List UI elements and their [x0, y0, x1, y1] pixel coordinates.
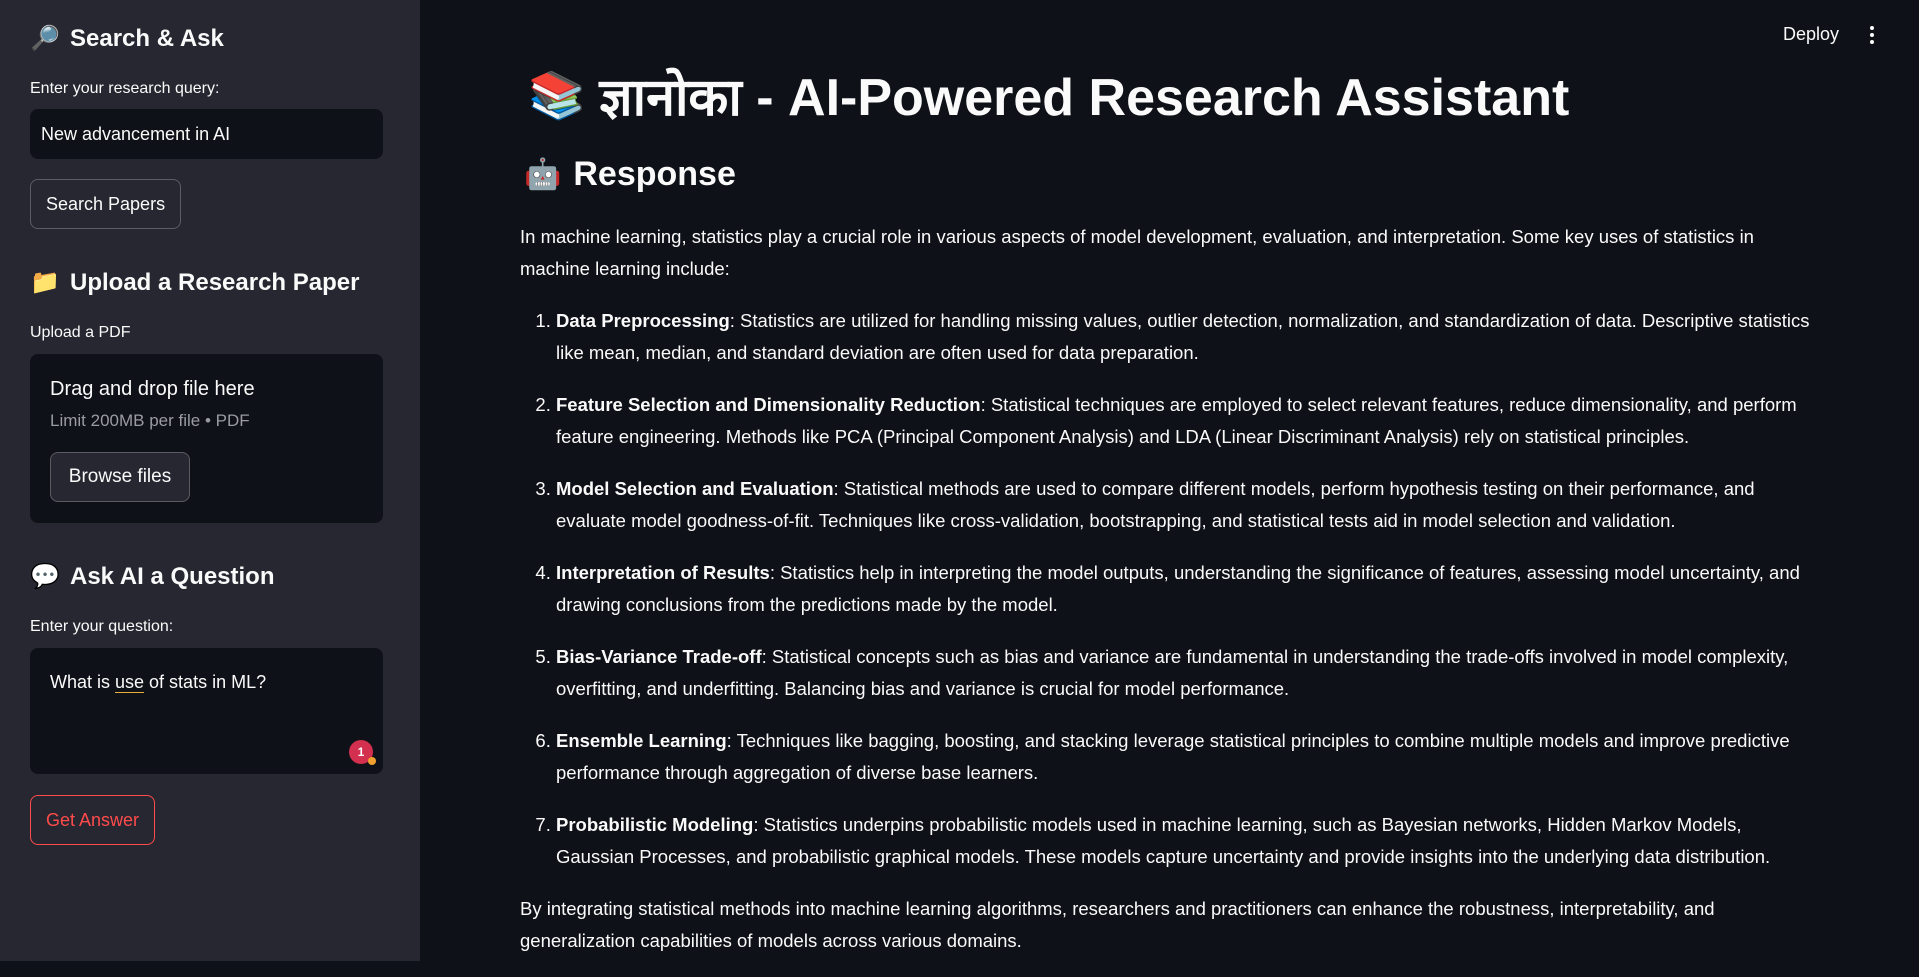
list-item: Bias-Variance Trade-off: Statistical con… [556, 641, 1820, 705]
query-label: Enter your research query: [30, 80, 220, 97]
ask-heading: 💬 Ask AI a Question [30, 562, 275, 591]
list-item-text: : Techniques like bagging, boosting, and… [556, 730, 1790, 783]
books-icon: 📚 [528, 69, 586, 121]
upload-heading: 📁 Upload a Research Paper [30, 268, 359, 297]
list-item-term: Model Selection and Evaluation [556, 478, 834, 499]
response-intro: In machine learning, statistics play a c… [520, 226, 1754, 279]
search-ask-heading: 🔎 Search & Ask [30, 24, 224, 53]
upload-heading-text: Upload a Research Paper [70, 268, 360, 296]
list-item-term: Ensemble Learning [556, 730, 727, 751]
question-textarea[interactable]: What is use of stats in ML? 1 [30, 648, 383, 774]
grammar-badge[interactable]: 1 [349, 740, 376, 765]
list-item-text: : Statistics are utilized for handling m… [556, 310, 1810, 363]
folder-icon: 📁 [30, 269, 60, 296]
list-item: Model Selection and Evaluation: Statisti… [556, 473, 1820, 537]
robot-icon: 🤖 [524, 158, 562, 191]
query-input[interactable]: New advancement in AI [30, 109, 383, 159]
response-content: In machine learning, statistics play a c… [520, 221, 1820, 977]
drag-drop-text: Drag and drop file here [50, 378, 255, 400]
response-list: Data Preprocessing: Statistics are utili… [520, 305, 1820, 873]
upload-label: Upload a PDF [30, 324, 131, 341]
deploy-button[interactable]: Deploy [1783, 24, 1839, 45]
file-dropzone[interactable]: Drag and drop file here Limit 200MB per … [30, 354, 383, 523]
file-limit-text: Limit 200MB per file • PDF [50, 411, 250, 430]
get-answer-button[interactable]: Get Answer [30, 795, 156, 845]
page-title-text: ज्ञानोका - AI-Powered Research Assistant [599, 69, 1570, 127]
list-item-term: Feature Selection and Dimensionality Red… [556, 394, 981, 415]
list-item-term: Probabilistic Modeling [556, 814, 754, 835]
browse-files-button[interactable]: Browse files [50, 452, 190, 502]
list-item: Ensemble Learning: Techniques like baggi… [556, 725, 1820, 789]
search-ask-heading-text: Search & Ask [70, 24, 224, 52]
list-item-term: Data Preprocessing [556, 310, 730, 331]
more-options-icon[interactable] [1866, 24, 1878, 46]
page-title: 📚 ज्ञानोका - AI-Powered Research Assista… [528, 60, 1569, 131]
question-text-underlined: use [115, 672, 145, 692]
response-heading: 🤖 Response [524, 155, 736, 194]
response-conclusion: By integrating statistical methods into … [520, 898, 1715, 951]
sidebar: 🔎 Search & Ask Enter your research query… [0, 0, 420, 961]
list-item: Probabilistic Modeling: Statistics under… [556, 809, 1820, 873]
list-item: Data Preprocessing: Statistics are utili… [556, 305, 1820, 369]
magnifier-icon: 🔎 [30, 25, 60, 52]
search-papers-button[interactable]: Search Papers [30, 179, 182, 229]
ask-heading-text: Ask AI a Question [70, 562, 275, 590]
list-item: Feature Selection and Dimensionality Red… [556, 389, 1820, 453]
speech-bubble-icon: 💬 [30, 563, 60, 590]
list-item-term: Bias-Variance Trade-off [556, 646, 762, 667]
question-text-post: of stats in ML? [144, 672, 267, 692]
question-label: Enter your question: [30, 618, 174, 635]
list-item: Interpretation of Results: Statistics he… [556, 557, 1820, 621]
response-heading-text: Response [573, 155, 736, 193]
list-item-term: Interpretation of Results [556, 562, 770, 583]
question-text-pre: What is [50, 672, 116, 692]
